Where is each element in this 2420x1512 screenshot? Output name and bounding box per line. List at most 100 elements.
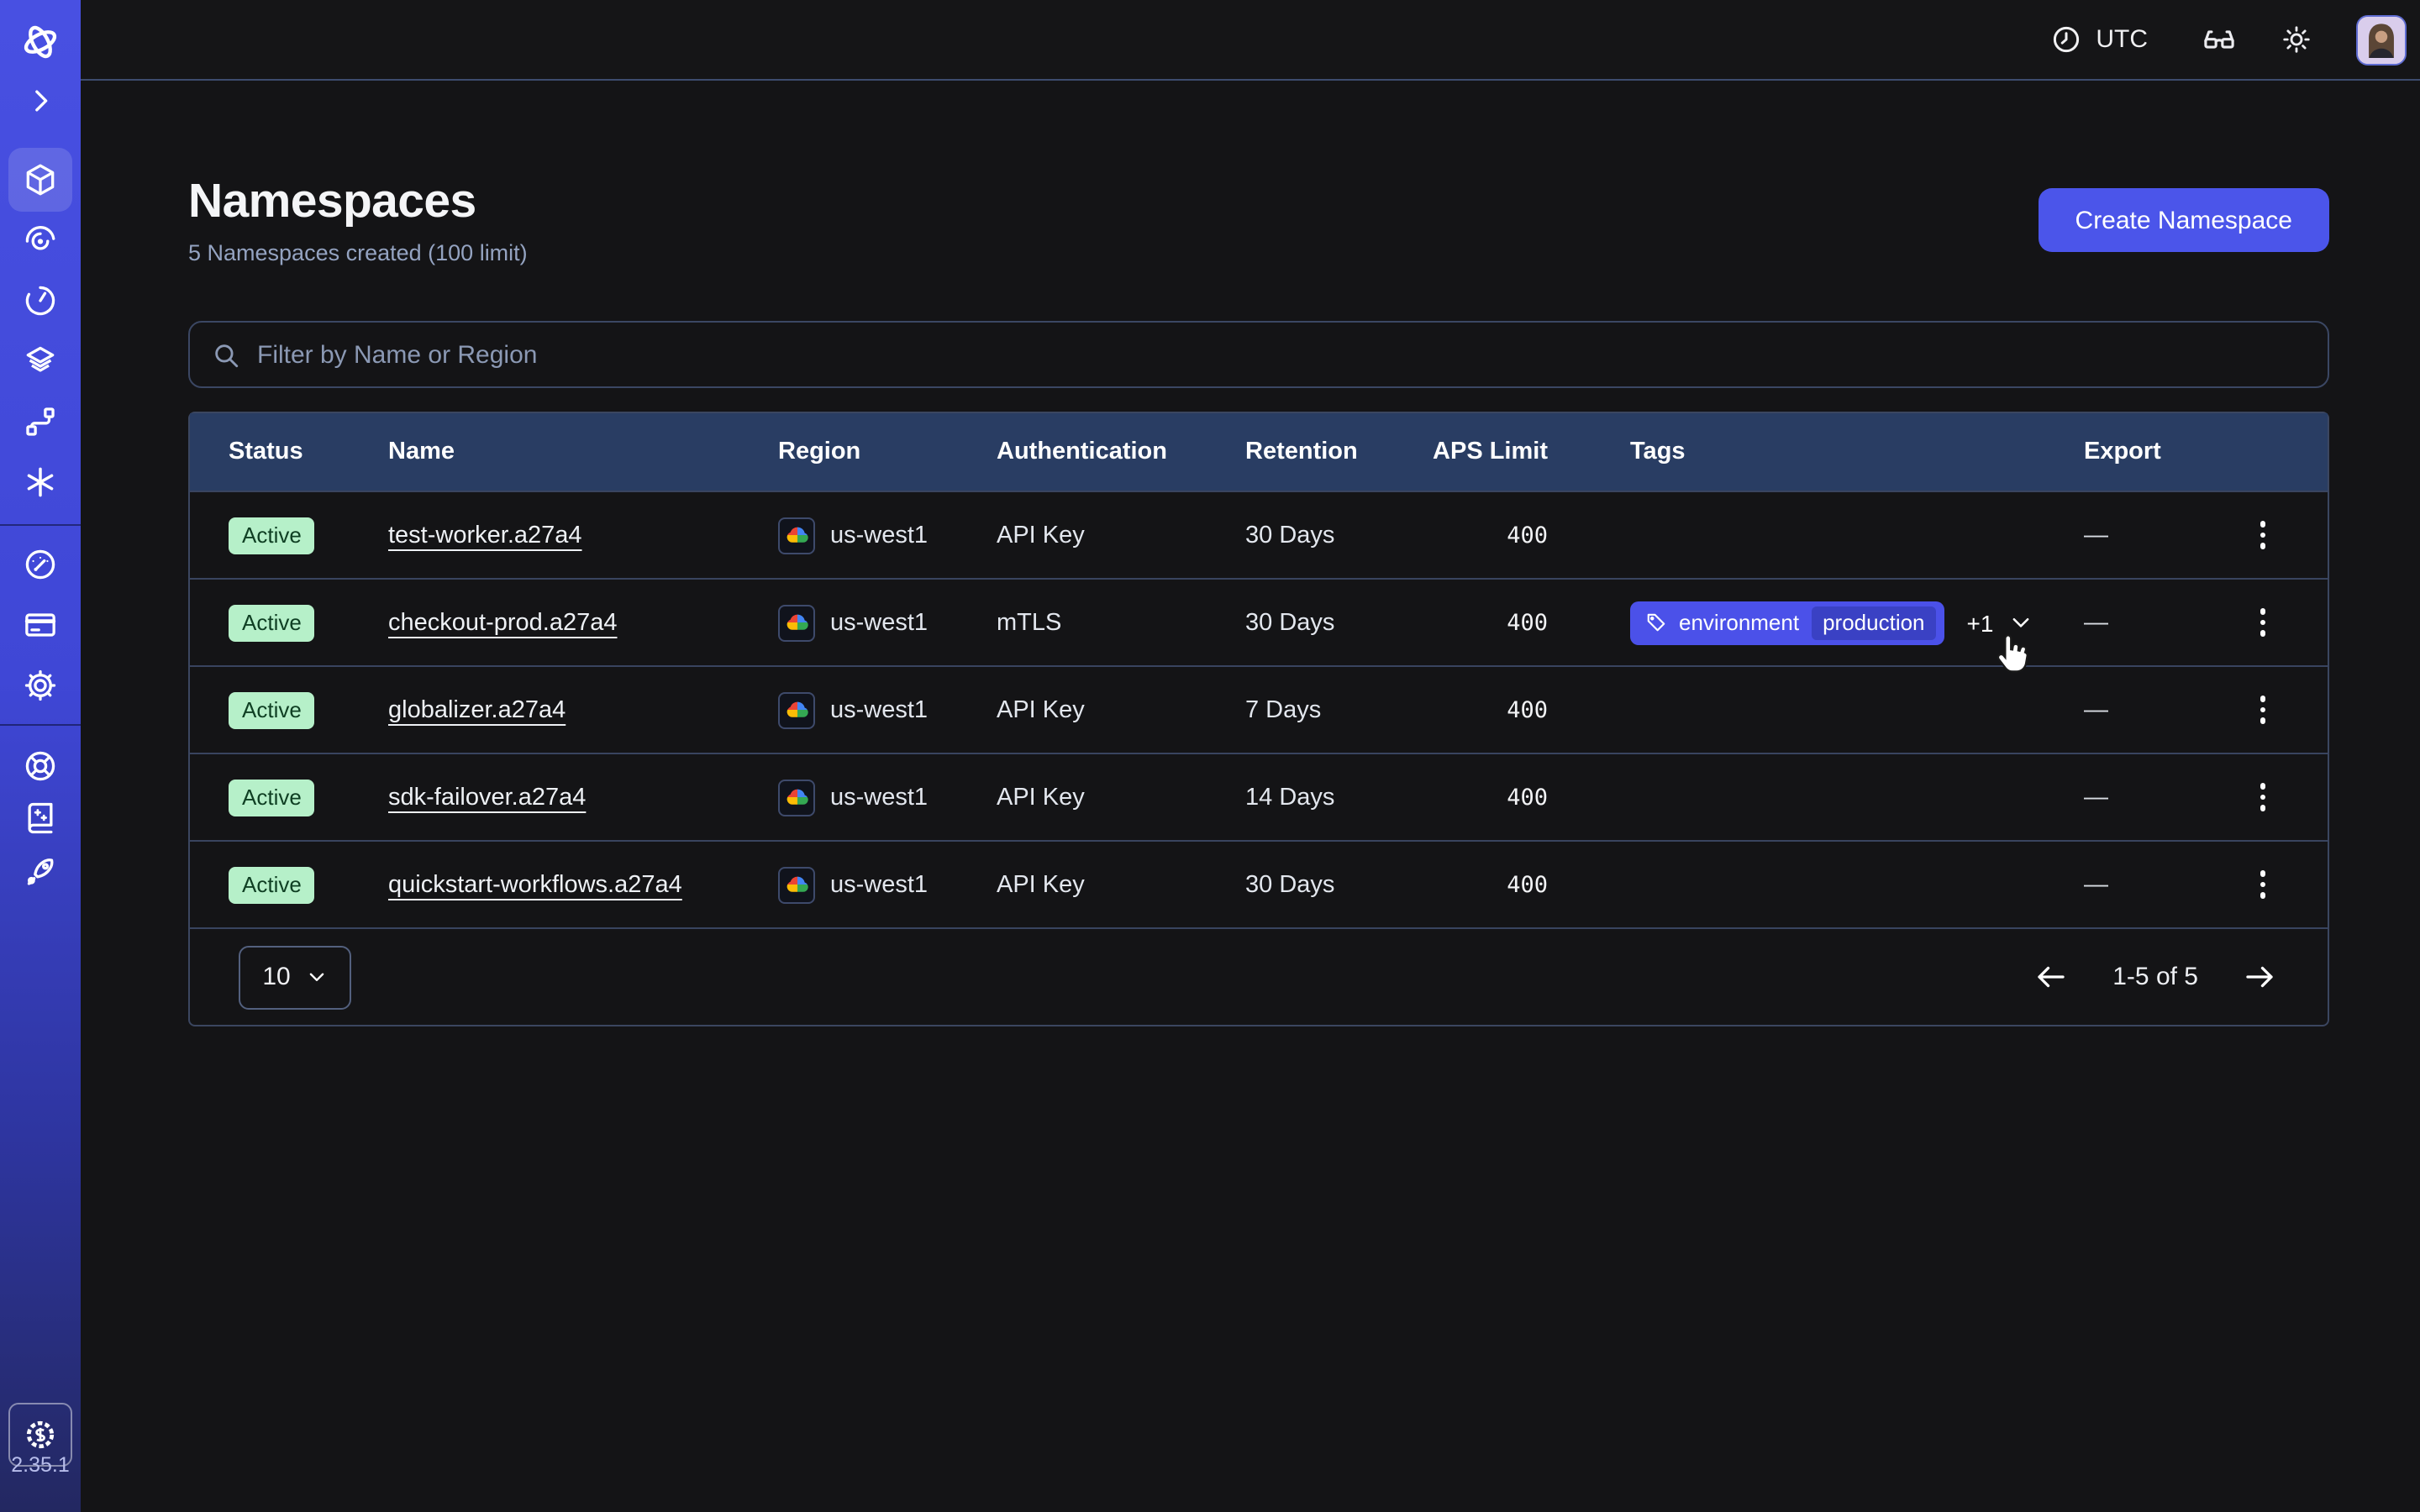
- tags-cell: environment production +1: [1548, 601, 2084, 644]
- sidebar-divider: [0, 524, 81, 526]
- region-label: us-west1: [830, 696, 928, 723]
- tag-value: production: [1811, 606, 1936, 639]
- status-badge: Active: [229, 866, 315, 903]
- namespace-link[interactable]: quickstart-workflows.a27a4: [388, 871, 682, 898]
- tag-key: environment: [1679, 610, 1799, 635]
- page-subtitle: 5 Namespaces created (100 limit): [188, 240, 528, 265]
- gcp-region-icon: [778, 517, 815, 554]
- labs-glasses-button[interactable]: [2202, 22, 2237, 57]
- prev-page-button[interactable]: [2033, 959, 2069, 995]
- theme-toggle-button[interactable]: [2281, 24, 2312, 55]
- avatar[interactable]: [2356, 14, 2407, 65]
- retention-label: 30 Days: [1245, 522, 1413, 549]
- chevron-down-icon: [2008, 610, 2033, 635]
- table-row: Active checkout-prod.a27a4 us-west1 mTLS…: [190, 578, 2328, 665]
- sun-icon: [2281, 24, 2312, 55]
- aps-limit-value: 400: [1413, 522, 1548, 549]
- tag-icon: [1645, 612, 1667, 633]
- retention-label: 14 Days: [1245, 784, 1413, 811]
- sidebar-item-deployments[interactable]: [8, 329, 72, 393]
- auth-label: API Key: [997, 871, 1245, 898]
- table-footer: 10 1-5 of 5: [190, 927, 2328, 1025]
- col-authentication: Authentication: [997, 438, 1245, 465]
- auth-label: API Key: [997, 784, 1245, 811]
- app-version: 2.35.1: [0, 1453, 81, 1477]
- table-header: Status Name Region Authentication Retent…: [190, 413, 2328, 491]
- col-region: Region: [778, 438, 997, 465]
- export-value: —: [2084, 871, 2198, 898]
- aps-limit-value: 400: [1413, 609, 1548, 636]
- row-menu-button[interactable]: [2231, 853, 2295, 916]
- auth-label: API Key: [997, 522, 1245, 549]
- aps-limit-value: 400: [1413, 871, 1548, 898]
- clock-icon: [2050, 24, 2082, 55]
- sidebar: 2.35.1: [0, 0, 81, 1512]
- region-label: us-west1: [830, 871, 928, 898]
- col-tags: Tags: [1548, 438, 2084, 465]
- sidebar-item-insights[interactable]: [8, 208, 72, 272]
- timezone-label: UTC: [2096, 25, 2148, 54]
- sidebar-item-get-started[interactable]: [8, 840, 72, 904]
- page-range-label: 1-5 of 5: [2112, 963, 2198, 991]
- timezone-button[interactable]: UTC: [2050, 24, 2148, 55]
- namespace-link[interactable]: test-worker.a27a4: [388, 522, 582, 549]
- col-name: Name: [388, 438, 778, 465]
- sidebar-expand-button[interactable]: [8, 69, 72, 133]
- table-row: Active quickstart-workflows.a27a4 us-wes…: [190, 840, 2328, 927]
- page-size-select[interactable]: 10: [239, 945, 351, 1009]
- aps-limit-value: 400: [1413, 696, 1548, 723]
- gcp-region-icon: [778, 866, 815, 903]
- tag-pill[interactable]: environment production: [1630, 601, 1945, 644]
- sidebar-item-batch-operations[interactable]: [8, 390, 72, 454]
- aps-limit-value: 400: [1413, 784, 1548, 811]
- sidebar-item-nexus[interactable]: [8, 450, 72, 514]
- app-window: 2.35.1 UTC: [0, 0, 2420, 1512]
- status-badge: Active: [229, 604, 315, 641]
- export-value: —: [2084, 609, 2198, 636]
- namespace-link[interactable]: sdk-failover.a27a4: [388, 784, 586, 811]
- sidebar-item-namespaces[interactable]: [8, 148, 72, 212]
- sidebar-item-billing[interactable]: [8, 593, 72, 657]
- col-export: Export: [2084, 438, 2198, 465]
- arrow-right-icon: [2242, 959, 2277, 995]
- namespace-link[interactable]: checkout-prod.a27a4: [388, 609, 618, 636]
- row-menu-button[interactable]: [2231, 591, 2295, 654]
- export-value: —: [2084, 696, 2198, 723]
- export-value: —: [2084, 784, 2198, 811]
- export-value: —: [2084, 522, 2198, 549]
- gcp-region-icon: [778, 604, 815, 641]
- chevron-down-icon: [306, 966, 328, 988]
- gcp-region-icon: [778, 779, 815, 816]
- region-label: us-west1: [830, 784, 928, 811]
- arrow-left-icon: [2033, 959, 2069, 995]
- region-label: us-west1: [830, 609, 928, 636]
- temporal-logo-icon: [8, 10, 72, 74]
- gcp-region-icon: [778, 691, 815, 728]
- glasses-icon: [2202, 22, 2237, 57]
- row-menu-button[interactable]: [2231, 765, 2295, 829]
- namespace-link[interactable]: globalizer.a27a4: [388, 696, 566, 723]
- row-menu-button[interactable]: [2231, 503, 2295, 567]
- sidebar-item-usage[interactable]: [8, 533, 72, 596]
- status-badge: Active: [229, 517, 315, 554]
- row-menu-button[interactable]: [2231, 678, 2295, 742]
- search-icon: [212, 340, 240, 369]
- table-row: Active sdk-failover.a27a4 us-west1 API K…: [190, 753, 2328, 840]
- table-row: Active globalizer.a27a4 us-west1 API Key…: [190, 665, 2328, 753]
- sidebar-item-schedules[interactable]: [8, 269, 72, 333]
- retention-label: 30 Days: [1245, 609, 1413, 636]
- sidebar-divider: [0, 724, 81, 726]
- sidebar-item-settings[interactable]: [8, 654, 72, 717]
- filter-input[interactable]: [257, 340, 2306, 369]
- next-page-button[interactable]: [2242, 959, 2277, 995]
- create-namespace-button[interactable]: Create Namespace: [2039, 188, 2329, 252]
- status-badge: Active: [229, 691, 315, 728]
- main-content: Namespaces 5 Namespaces created (100 lim…: [188, 81, 2329, 1026]
- col-retention: Retention: [1245, 438, 1413, 465]
- status-badge: Active: [229, 779, 315, 816]
- col-status: Status: [229, 438, 388, 465]
- more-tags-toggle[interactable]: +1: [1967, 609, 2034, 636]
- auth-label: mTLS: [997, 609, 1245, 636]
- col-aps-limit: APS Limit: [1413, 438, 1548, 465]
- page-title: Namespaces: [188, 175, 528, 230]
